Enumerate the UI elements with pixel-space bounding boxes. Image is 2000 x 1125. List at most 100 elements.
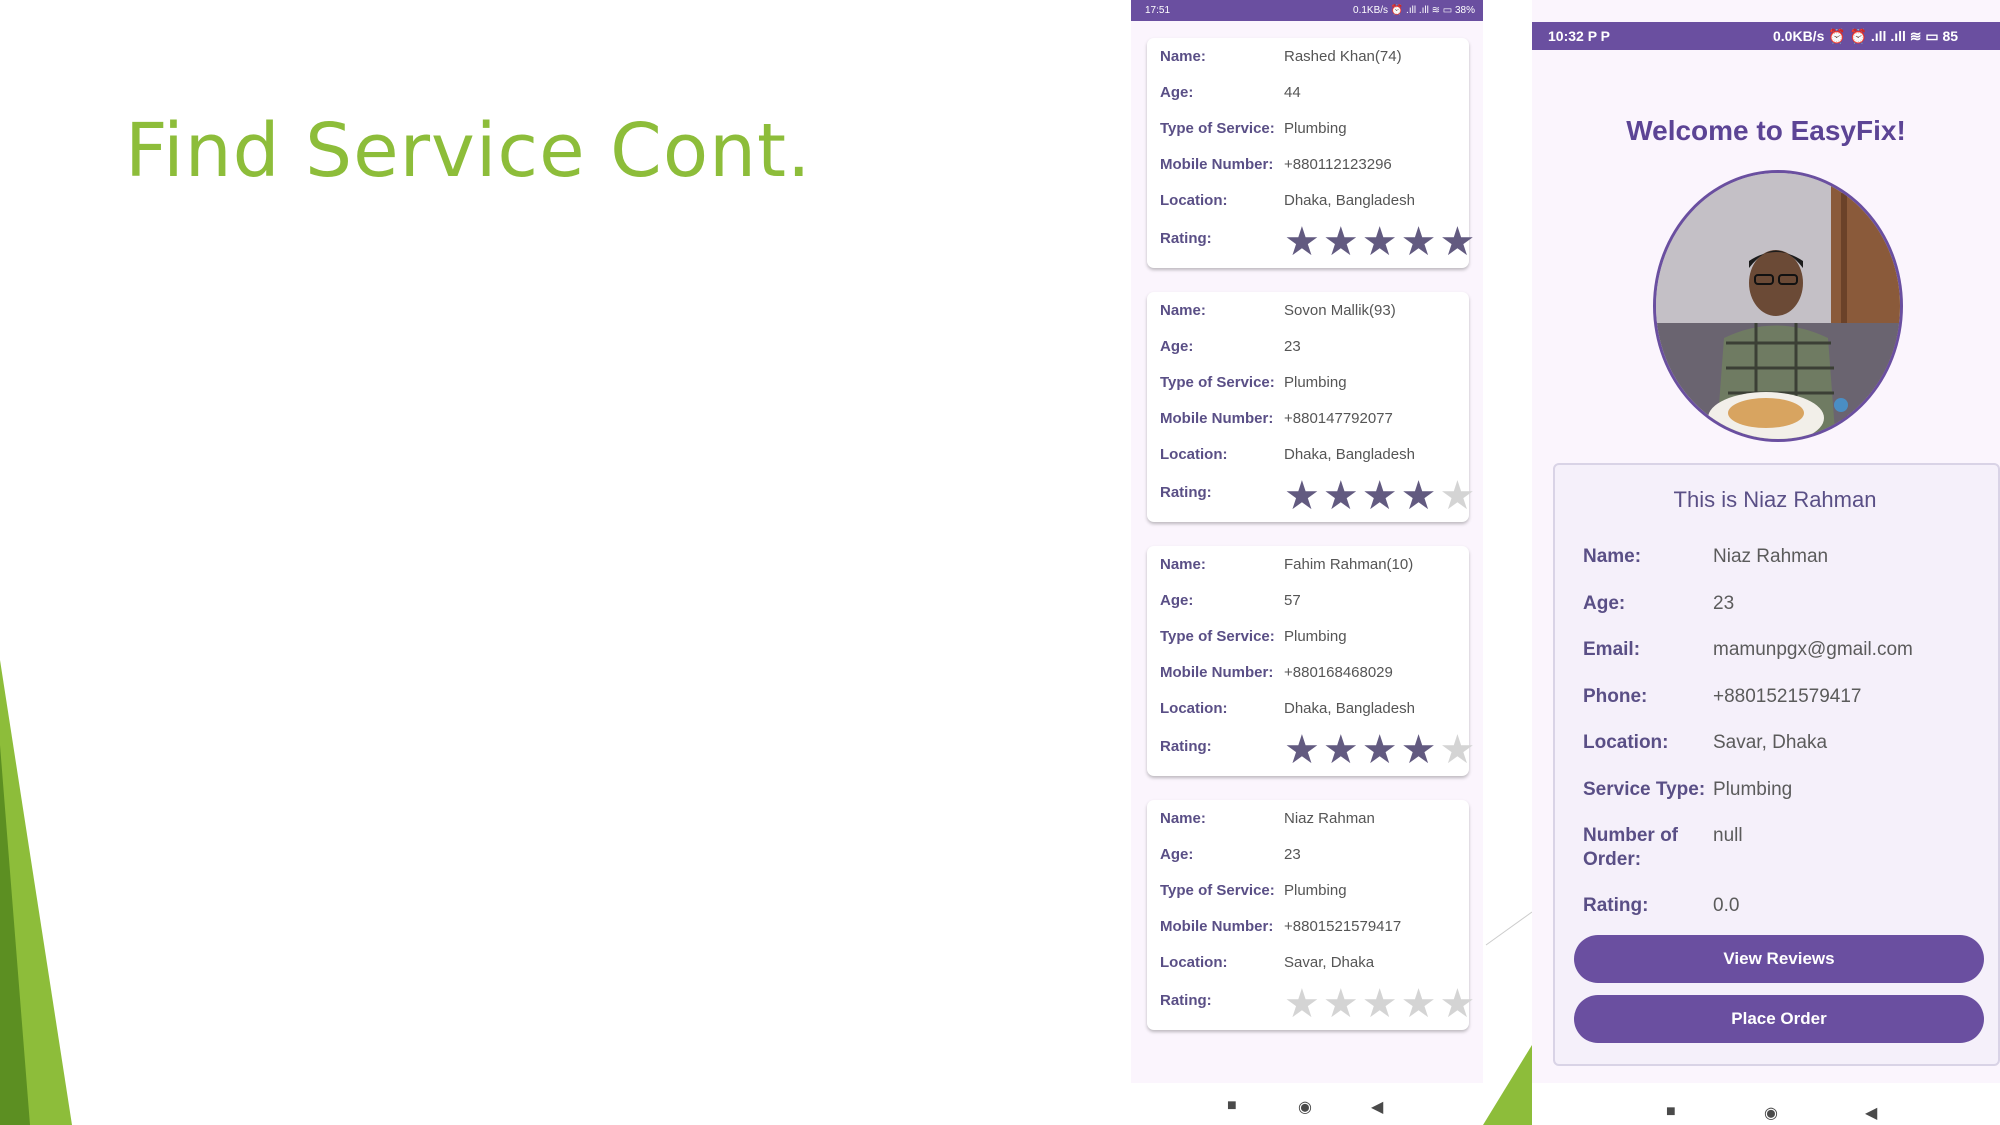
star-icon: ★ [1400,477,1440,515]
back-button[interactable]: ◀ [1371,1097,1383,1117]
star-icon: ★ [1322,223,1362,261]
profile-value: 0.0 [1713,895,1740,916]
service-type-label: Type of Service: [1160,374,1275,391]
recent-apps-button[interactable]: ■ [1666,1103,1676,1121]
slide: Find Service Cont. 17:51 0.1KB/s ⏰ .ıll … [0,0,2000,1125]
status-bar: 17:51 0.1KB/s ⏰ .ıll .ıll ≋ ▭ 38% [1131,0,1483,21]
view-reviews-button[interactable]: View Reviews [1574,935,1984,983]
android-nav-bar: ■ ◉ ◀ [1131,1083,1483,1125]
star-icon: ★ [1400,985,1440,1023]
profile-label: Service Type: [1583,779,1706,800]
profile-value: 23 [1713,593,1735,614]
welcome-heading: Welcome to EasyFix! [1626,115,1906,146]
age-value: 57 [1284,592,1301,609]
profile-value: Savar, Dhaka [1713,732,1828,753]
star-icon: ★ [1361,731,1401,769]
avatar [1653,170,1903,442]
rating-stars: ★★★★★ [1284,477,1474,515]
profile-card: This is Niaz Rahman Name: Niaz Rahman Age… [1553,463,2000,1066]
location-value: Dhaka, Bangladesh [1284,192,1415,209]
star-icon: ★ [1439,731,1474,769]
mobile-label: Mobile Number: [1160,156,1274,173]
rating-label: Rating: [1160,230,1212,247]
profile-value: null [1713,825,1743,846]
star-icon: ★ [1439,223,1474,261]
phone-screen-service-list: 17:51 0.1KB/s ⏰ .ıll .ıll ≋ ▭ 38% Name: R… [1131,0,1483,1125]
star-icon: ★ [1361,985,1401,1023]
star-icon: ★ [1439,985,1474,1023]
profile-value: +8801521579417 [1713,686,1862,707]
profile-label: Number of Order: [1583,825,1678,870]
name-value: Rashed Khan(74) [1284,48,1402,65]
age-label: Age: [1160,84,1194,101]
profile-label: Phone: [1583,686,1648,707]
service-type-label: Type of Service: [1160,882,1275,899]
profile-value: Niaz Rahman [1713,546,1829,567]
status-time: 17:51 [1145,5,1171,16]
rating-label: Rating: [1160,738,1212,755]
service-type-label: Type of Service: [1160,628,1275,645]
star-icon: ★ [1284,223,1323,261]
name-label: Name: [1160,302,1206,319]
home-button[interactable]: ◉ [1764,1103,1778,1123]
profile-label: Age: [1583,593,1626,614]
star-icon: ★ [1322,731,1362,769]
mobile-value: +8801521579417 [1284,918,1402,935]
status-icons: 0.1KB/s ⏰ .ıll .ıll ≋ ▭ 38% [1353,5,1475,16]
rating-stars: ★★★★★ [1284,223,1474,261]
back-button[interactable]: ◀ [1865,1103,1877,1123]
rating-stars: ★★★★★ [1284,731,1474,769]
star-icon: ★ [1400,223,1440,261]
provider-card[interactable]: Name: Rashed Khan(74) Age: 44 Type of Serv… [1147,38,1474,268]
star-icon: ★ [1284,731,1323,769]
location-value: Savar, Dhaka [1284,954,1375,971]
location-label: Location: [1160,700,1228,717]
phone-screen-profile: 10:32 P P 0.0KB/s ⏰ ⏰ .ıll .ıll ≋ ▭ 85 W… [1532,0,2000,1125]
profile-title: This is Niaz Rahman [1673,487,1877,512]
provider-card[interactable]: Name: Niaz Rahman Age: 23 Type of Service:… [1147,800,1474,1030]
profile-label: Email: [1583,639,1641,660]
rating-stars: ★★★★★ [1284,985,1474,1023]
age-value: 23 [1284,338,1301,355]
name-value: Niaz Rahman [1284,810,1375,827]
name-label: Name: [1160,48,1206,65]
android-nav-bar: ■ ◉ ◀ [1532,1083,2000,1125]
age-value: 44 [1284,84,1301,101]
service-type-value: Plumbing [1284,120,1347,137]
star-icon: ★ [1322,477,1362,515]
status-icons: 0.0KB/s ⏰ ⏰ .ıll .ıll ≋ ▭ 85 [1773,28,1959,44]
age-label: Age: [1160,846,1194,863]
location-label: Location: [1160,192,1228,209]
rating-label: Rating: [1160,992,1212,1009]
name-value: Fahim Rahman(10) [1284,556,1414,573]
recent-apps-button[interactable]: ■ [1227,1097,1237,1115]
mobile-label: Mobile Number: [1160,410,1274,427]
name-label: Name: [1160,556,1206,573]
place-order-button[interactable]: Place Order [1574,995,1984,1043]
mobile-value: +880112123296 [1284,156,1392,173]
star-icon: ★ [1439,477,1474,515]
slide-title: Find Service Cont. [125,108,812,194]
age-label: Age: [1160,592,1194,609]
location-value: Dhaka, Bangladesh [1284,700,1415,717]
service-type-value: Plumbing [1284,882,1347,899]
profile-label: Location: [1583,732,1669,753]
name-value: Sovon Mallik(93) [1284,302,1396,319]
profile-photo-icon [1656,173,1900,439]
mobile-value: +880168468029 [1284,664,1393,681]
age-label: Age: [1160,338,1194,355]
star-icon: ★ [1284,477,1323,515]
rating-label: Rating: [1160,484,1212,501]
mobile-label: Mobile Number: [1160,664,1274,681]
provider-card[interactable]: Name: Sovon Mallik(93) Age: 23 Type of Ser… [1147,292,1474,522]
profile-label: Name: [1583,546,1642,567]
profile-value: mamunpgx@gmail.com [1713,639,1913,660]
age-value: 23 [1284,846,1301,863]
star-icon: ★ [1400,731,1440,769]
provider-card[interactable]: Name: Fahim Rahman(10) Age: 57 Type of Ser… [1147,546,1474,776]
location-label: Location: [1160,954,1228,971]
profile-value: Plumbing [1713,779,1793,800]
status-bar: 10:32 P P 0.0KB/s ⏰ ⏰ .ıll .ıll ≋ ▭ 85 [1532,22,2000,50]
service-type-value: Plumbing [1284,374,1347,391]
home-button[interactable]: ◉ [1298,1097,1312,1117]
